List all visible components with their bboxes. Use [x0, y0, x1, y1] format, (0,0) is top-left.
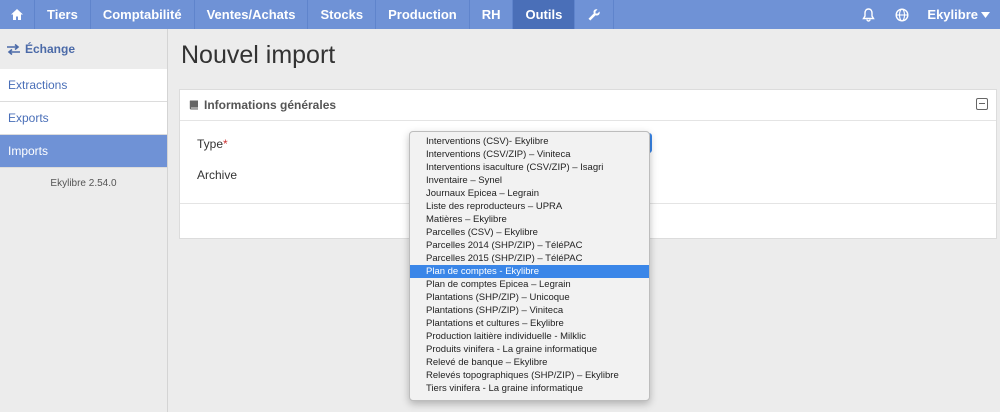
option-journaux-epicea-legrain[interactable]: Journaux Epicea – Legrain	[410, 187, 649, 200]
type-select-dropdown[interactable]: Interventions (CSV)- Ekylibre Interventi…	[409, 131, 650, 401]
option-produits-vinifera[interactable]: Produits vinifera - La graine informatiq…	[410, 343, 649, 356]
sidebar-item-exports[interactable]: Exports	[0, 102, 167, 135]
nav-right: Ekylibre	[851, 0, 1000, 29]
nav-stocks[interactable]: Stocks	[308, 0, 377, 29]
settings-button[interactable]	[575, 0, 615, 29]
globe-icon	[895, 7, 909, 22]
sidebar-header-label: Échange	[25, 42, 76, 56]
sidebar-item-extractions[interactable]: Extractions	[0, 69, 167, 102]
option-matieres-ekylibre[interactable]: Matières – Ekylibre	[410, 213, 649, 226]
option-plantations-unicoque[interactable]: Plantations (SHP/ZIP) – Unicoque	[410, 291, 649, 304]
caret-down-icon	[981, 11, 990, 18]
nav-ventes-achats[interactable]: Ventes/Achats	[195, 0, 309, 29]
option-plan-de-comptes-epicea-legrain[interactable]: Plan de comptes Epicea – Legrain	[410, 278, 649, 291]
home-button[interactable]	[0, 0, 35, 29]
panel-header: Informations générales	[180, 90, 996, 121]
option-interventions-csv-zip-viniteca[interactable]: Interventions (CSV/ZIP) – Viniteca	[410, 148, 649, 161]
option-liste-reproducteurs-upra[interactable]: Liste des reproducteurs – UPRA	[410, 200, 649, 213]
notifications-button[interactable]	[851, 0, 885, 29]
app-version: Ekylibre 2.54.0	[50, 178, 117, 189]
nav-rh[interactable]: RH	[470, 0, 514, 29]
option-inventaire-synel[interactable]: Inventaire – Synel	[410, 174, 649, 187]
option-plantations-viniteca[interactable]: Plantations (SHP/ZIP) – Viniteca	[410, 304, 649, 317]
option-tiers-vinifera[interactable]: Tiers vinifera - La graine informatique	[410, 382, 649, 395]
wrench-icon	[588, 8, 601, 20]
user-name: Ekylibre	[927, 7, 978, 22]
language-button[interactable]	[885, 0, 919, 29]
sidebar-item-imports[interactable]: Imports	[0, 135, 167, 168]
option-production-laitiere-milklic[interactable]: Production laitière individuelle - Milkl…	[410, 330, 649, 343]
archive-label: Archive	[197, 168, 238, 182]
option-interventions-csv-ekylibre[interactable]: Interventions (CSV)- Ekylibre	[410, 135, 649, 148]
option-parcelles-2015-telepac[interactable]: Parcelles 2015 (SHP/ZIP) – TéléPAC	[410, 252, 649, 265]
exchange-icon	[7, 43, 20, 55]
nav-comptabilite[interactable]: Comptabilité	[91, 0, 195, 29]
panel-title: Informations générales	[204, 98, 337, 112]
option-releve-de-banque-ekylibre[interactable]: Relevé de banque – Ekylibre	[410, 356, 649, 369]
option-parcelles-2014-telepac[interactable]: Parcelles 2014 (SHP/ZIP) – TéléPAC	[410, 239, 649, 252]
bell-icon	[862, 7, 875, 22]
option-plantations-cultures-ekylibre[interactable]: Plantations et cultures – Ekylibre	[410, 317, 649, 330]
sidebar-header: Échange	[0, 29, 167, 69]
type-label-text: Type	[197, 137, 224, 151]
top-navbar: Tiers Comptabilité Ventes/Achats Stocks …	[0, 0, 1000, 29]
option-plan-de-comptes-ekylibre[interactable]: Plan de comptes - Ekylibre	[410, 265, 649, 278]
home-icon	[11, 9, 23, 20]
nav-tiers[interactable]: Tiers	[35, 0, 91, 29]
user-menu[interactable]: Ekylibre	[919, 7, 1000, 22]
page-title: Nouvel import	[181, 41, 336, 69]
option-releves-topographiques-ekylibre[interactable]: Relevés topographiques (SHP/ZIP) – Ekyli…	[410, 369, 649, 382]
nav-outils[interactable]: Outils	[513, 0, 576, 29]
option-parcelles-csv-ekylibre[interactable]: Parcelles (CSV) – Ekylibre	[410, 226, 649, 239]
collapse-panel-button[interactable]	[976, 98, 988, 110]
book-icon	[189, 100, 198, 110]
nav-production[interactable]: Production	[376, 0, 470, 29]
sidebar: Échange Extractions Exports Imports Ekyl…	[0, 29, 168, 412]
required-mark: *	[223, 137, 228, 151]
type-label: Type*	[197, 137, 228, 151]
option-interventions-isaculture-isagri[interactable]: Interventions isaculture (CSV/ZIP) – Isa…	[410, 161, 649, 174]
